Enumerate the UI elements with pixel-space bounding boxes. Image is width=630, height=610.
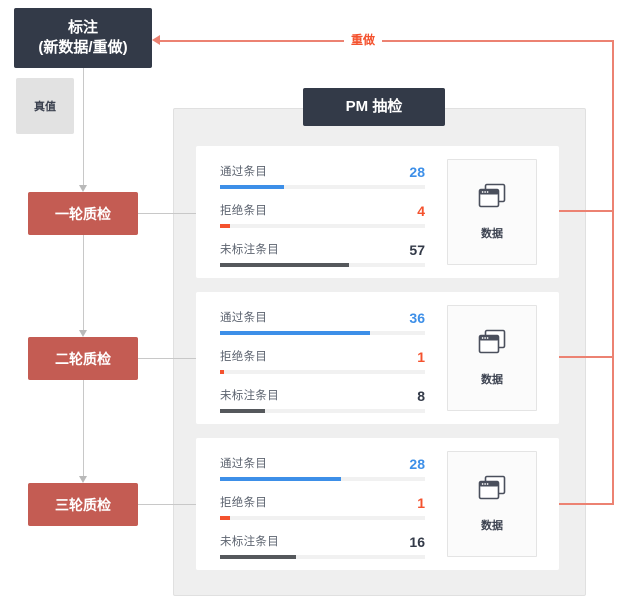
metric-pass: 通过条目 28 (220, 449, 425, 481)
metric-reject-value: 1 (417, 495, 425, 511)
metric-pass-label: 通过条目 (220, 458, 268, 470)
connector-qc2-to-card2 (138, 357, 200, 359)
node-annotate[interactable]: 标注 (新数据/重做) (14, 8, 152, 68)
metric-reject-label: 拒绝条目 (220, 497, 268, 509)
connector-annotate-to-qc1 (82, 68, 84, 185)
node-qc-round-1-label: 一轮质检 (55, 205, 111, 222)
panel-header-label: PM 抽检 (345, 97, 403, 115)
metric-pass-bar-fill (220, 477, 341, 481)
metric-unlabeled: 未标注条目 8 (220, 381, 425, 413)
node-annotate-line1: 标注 (67, 18, 98, 36)
metric-pass-label: 通过条目 (220, 166, 268, 178)
metric-unlabeled-value: 8 (417, 388, 425, 404)
metric-pass-bar-fill (220, 331, 370, 335)
redo-label: 重做 (344, 32, 383, 49)
metric-unlabeled-value: 16 (409, 534, 425, 550)
node-qc-round-3[interactable]: 三轮质检 (28, 483, 138, 526)
metric-reject-bar (220, 370, 425, 374)
metric-reject-bar-fill (220, 516, 231, 520)
flow-diagram-canvas: PM 抽检 标注 (新数据/重做) 真值 一轮质检 二轮质检 三轮质检 重做 通… (0, 0, 630, 610)
metric-pass: 通过条目 28 (220, 157, 425, 189)
metric-unlabeled-bar (220, 555, 425, 559)
redo-connector-horizontal-top (160, 40, 614, 42)
connector-qc1-to-card1 (138, 212, 200, 214)
metric-unlabeled-bar-fill (220, 409, 266, 413)
metric-reject-label: 拒绝条目 (220, 351, 268, 363)
metric-unlabeled-bar-fill (220, 555, 296, 559)
data-tile-1-label: 数据 (481, 228, 503, 240)
data-tile-2-label: 数据 (481, 374, 503, 386)
node-annotate-line2: (新数据/重做) (38, 39, 128, 56)
metric-pass-bar (220, 185, 425, 189)
panel-header-pm-sampling: PM 抽检 (303, 88, 445, 126)
metric-reject-label: 拒绝条目 (220, 205, 268, 217)
node-qc-round-2[interactable]: 二轮质检 (28, 337, 138, 380)
data-tile-3[interactable]: 数据 (447, 451, 537, 557)
metric-unlabeled-bar (220, 263, 425, 267)
connector-qc3-to-card3 (138, 503, 200, 505)
node-qc-round-3-label: 三轮质检 (55, 496, 111, 513)
windows-stack-icon (477, 183, 507, 216)
metric-reject-value: 1 (417, 349, 425, 365)
metric-pass-bar (220, 477, 425, 481)
windows-stack-icon (477, 475, 507, 508)
connector-qc2-to-qc3 (82, 380, 84, 476)
stat-card-3-metrics: 通过条目 28 拒绝条目 1 未标注条目 16 (220, 449, 425, 559)
metric-unlabeled-label: 未标注条目 (220, 536, 279, 548)
metric-reject: 拒绝条目 1 (220, 342, 425, 374)
metric-reject: 拒绝条目 1 (220, 488, 425, 520)
arrowhead-to-qc2 (78, 330, 87, 337)
data-tile-1[interactable]: 数据 (447, 159, 537, 265)
metric-reject-bar (220, 224, 425, 228)
node-qc-round-1[interactable]: 一轮质检 (28, 192, 138, 235)
metric-reject: 拒绝条目 4 (220, 196, 425, 228)
node-truth-value[interactable]: 真值 (16, 78, 74, 134)
metric-reject-value: 4 (417, 203, 425, 219)
metric-reject-bar-fill (220, 224, 231, 228)
stat-card-1-metrics: 通过条目 28 拒绝条目 4 未标注条目 57 (220, 157, 425, 267)
redo-connector-vertical (612, 40, 614, 505)
metric-pass-label: 通过条目 (220, 312, 268, 324)
node-qc-round-2-label: 二轮质检 (55, 350, 111, 367)
metric-unlabeled: 未标注条目 16 (220, 527, 425, 559)
metric-pass-bar (220, 331, 425, 335)
metric-unlabeled-value: 57 (409, 242, 425, 258)
stat-card-1: 通过条目 28 拒绝条目 4 未标注条目 57 数据 (196, 146, 559, 278)
arrowhead-to-qc1 (78, 185, 87, 192)
metric-pass-bar-fill (220, 185, 284, 189)
stat-card-2-metrics: 通过条目 36 拒绝条目 1 未标注条目 8 (220, 303, 425, 413)
data-tile-3-label: 数据 (481, 520, 503, 532)
arrowhead-to-qc3 (78, 476, 87, 483)
data-tile-2[interactable]: 数据 (447, 305, 537, 411)
stat-card-2: 通过条目 36 拒绝条目 1 未标注条目 8 数据 (196, 292, 559, 424)
windows-stack-icon (477, 329, 507, 362)
metric-pass-value: 28 (409, 164, 425, 180)
metric-reject-bar (220, 516, 425, 520)
metric-unlabeled-bar-fill (220, 263, 350, 267)
metric-pass: 通过条目 36 (220, 303, 425, 335)
metric-unlabeled-bar (220, 409, 425, 413)
stat-card-3: 通过条目 28 拒绝条目 1 未标注条目 16 数据 (196, 438, 559, 570)
metric-unlabeled-label: 未标注条目 (220, 244, 279, 256)
metric-unlabeled-label: 未标注条目 (220, 390, 279, 402)
redo-arrowhead (152, 35, 160, 45)
metric-pass-value: 28 (409, 456, 425, 472)
metric-reject-bar-fill (220, 370, 225, 374)
node-truth-value-label: 真值 (34, 101, 56, 113)
metric-unlabeled: 未标注条目 57 (220, 235, 425, 267)
metric-pass-value: 36 (409, 310, 425, 326)
connector-qc1-to-qc2 (82, 235, 84, 330)
